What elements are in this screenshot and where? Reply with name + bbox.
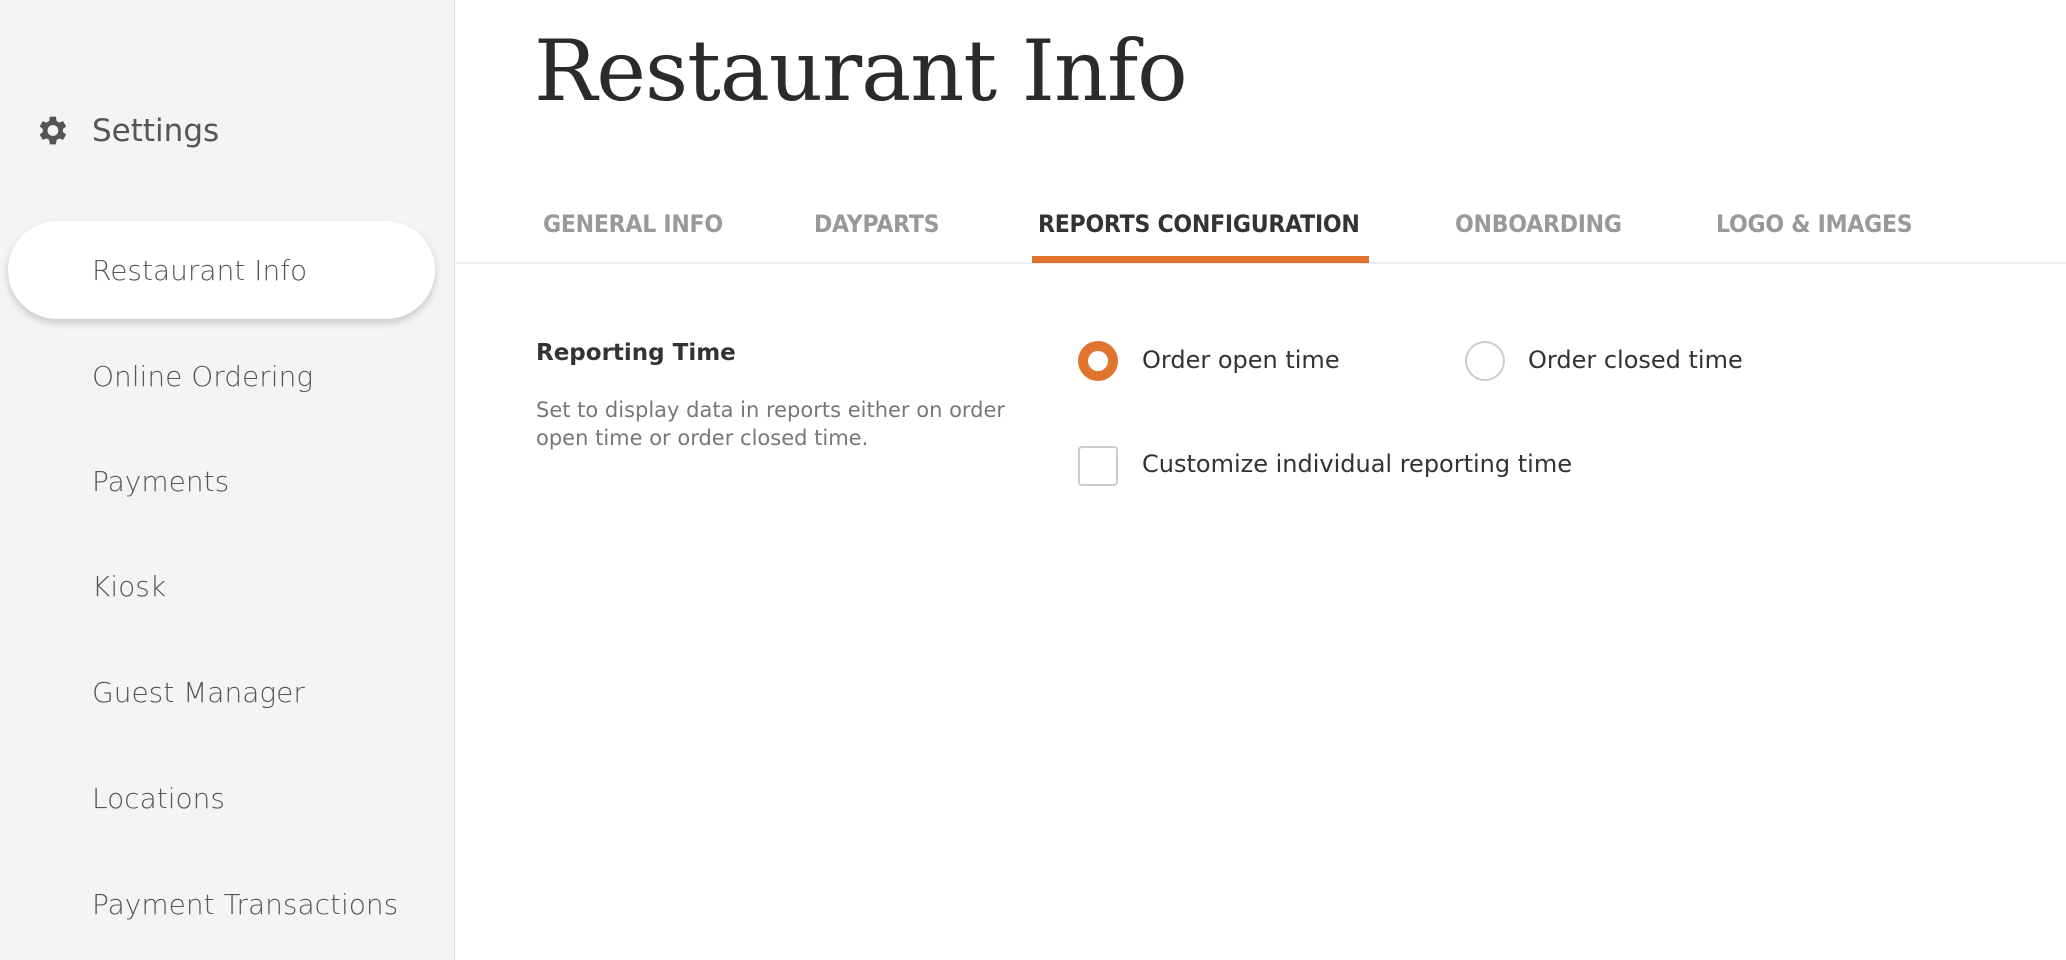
reporting-time-heading: Reporting Time xyxy=(536,340,736,366)
tab-dayparts[interactable]: DAYPARTS xyxy=(814,210,940,238)
sidebar: Settings Restaurant Info Online Ordering… xyxy=(0,0,455,960)
sidebar-item-online-ordering[interactable]: Online Ordering xyxy=(8,327,435,425)
sidebar-item-restaurant-info[interactable]: Restaurant Info xyxy=(8,221,435,319)
sidebar-item-kiosk[interactable]: Kiosk xyxy=(8,537,435,635)
tab-bar: GENERAL INFO DAYPARTS REPORTS CONFIGURAT… xyxy=(456,200,2066,264)
tab-general-info[interactable]: GENERAL INFO xyxy=(543,210,723,238)
page-title: Restaurant Info xyxy=(534,22,1188,120)
settings-title: Settings xyxy=(92,112,220,149)
settings-header: Settings xyxy=(33,112,219,149)
gear-icon xyxy=(39,116,67,145)
order-open-time-radio[interactable] xyxy=(1078,341,1118,381)
sidebar-item-payments[interactable]: Payments xyxy=(8,432,435,530)
order-open-time-label[interactable]: Order open time xyxy=(1142,346,1340,374)
sidebar-item-payment-transactions[interactable]: Payment Transactions xyxy=(8,855,435,953)
tab-reports-configuration[interactable]: REPORTS CONFIGURATION xyxy=(1038,210,1360,238)
tab-logo-images[interactable]: LOGO & IMAGES xyxy=(1716,210,1913,238)
sidebar-item-guest-manager[interactable]: Guest Manager xyxy=(8,643,435,741)
tab-onboarding[interactable]: ONBOARDING xyxy=(1455,210,1622,238)
order-closed-time-label[interactable]: Order closed time xyxy=(1528,346,1743,374)
active-tab-indicator xyxy=(1032,256,1369,263)
customize-reporting-time-checkbox[interactable] xyxy=(1078,446,1118,486)
reporting-time-description: Set to display data in reports either on… xyxy=(536,398,1006,450)
order-closed-time-radio[interactable] xyxy=(1465,341,1505,381)
customize-reporting-time-label[interactable]: Customize individual reporting time xyxy=(1142,450,1572,478)
sidebar-item-locations[interactable]: Locations xyxy=(8,749,435,847)
